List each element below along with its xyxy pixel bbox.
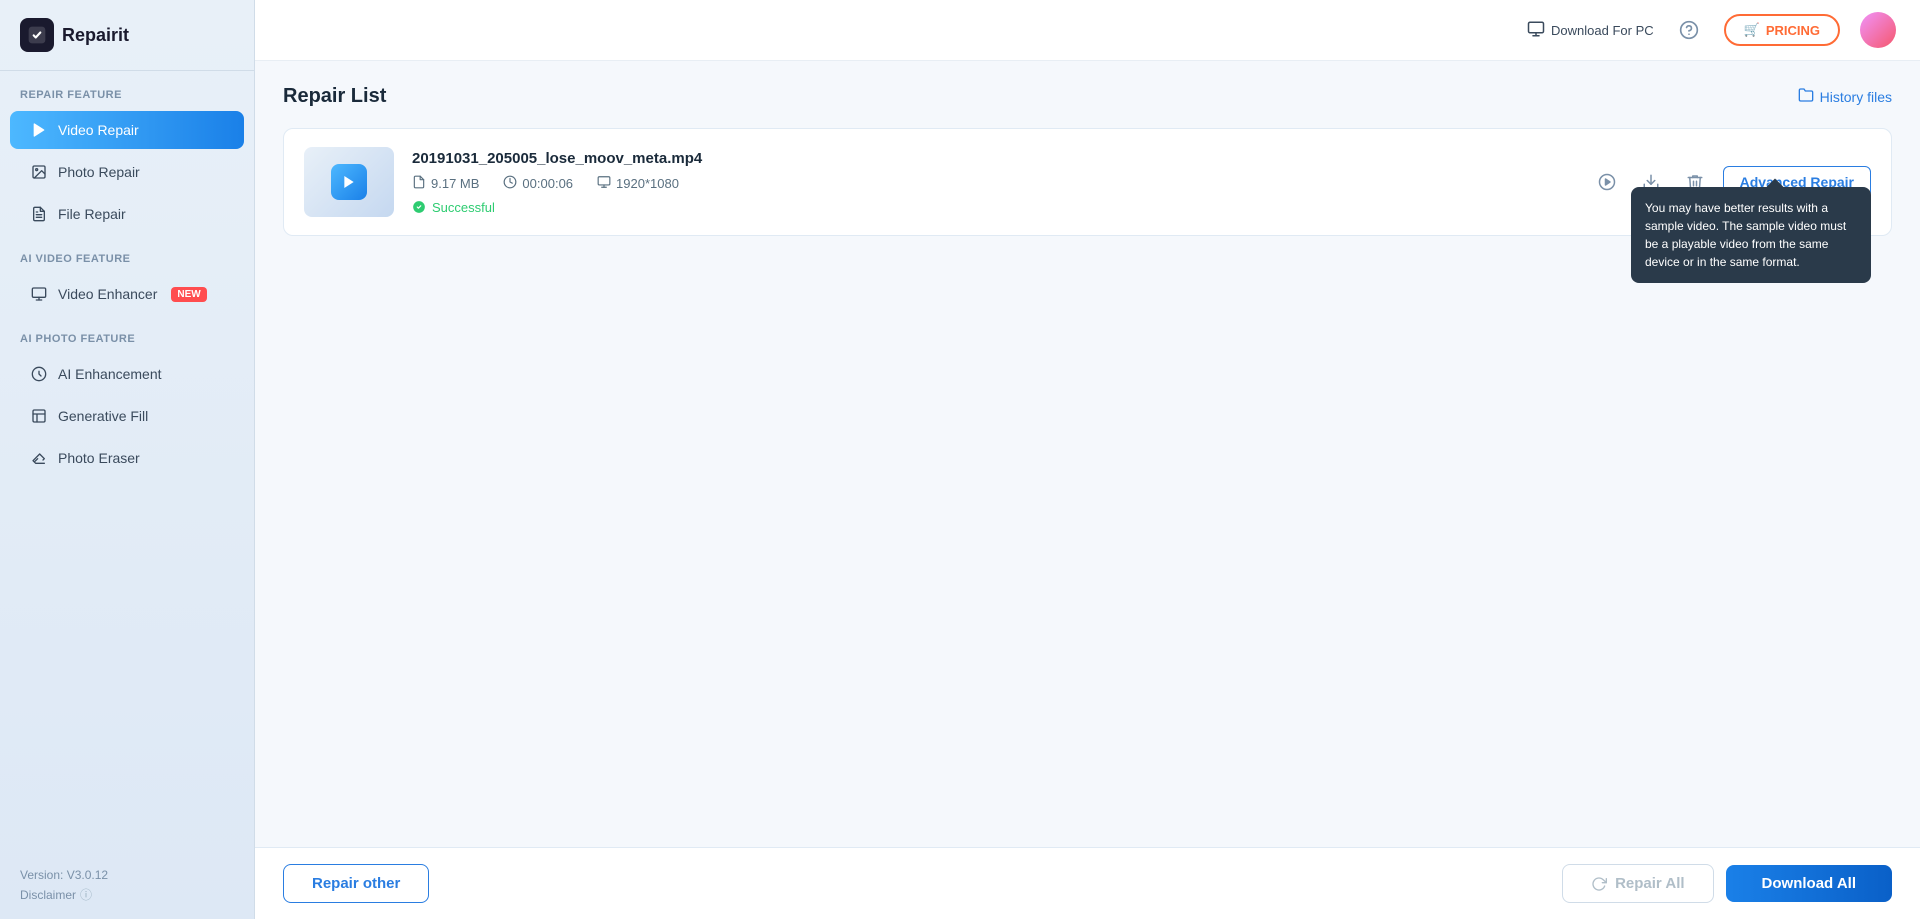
sidebar-item-generative-fill-label: Generative Fill — [58, 408, 148, 424]
check-circle-icon — [412, 200, 426, 214]
sidebar-item-photo-repair[interactable]: Photo Repair — [10, 153, 244, 191]
video-meta: 9.17 MB 00:00:06 — [412, 175, 1573, 192]
folder-icon — [1798, 87, 1814, 106]
file-repair-icon — [30, 205, 48, 223]
resolution-icon — [597, 175, 611, 192]
video-info: 20191031_205005_lose_moov_meta.mp4 9.17 … — [412, 150, 1573, 215]
ai-enhancement-icon — [30, 365, 48, 383]
app-logo: Repairit — [0, 0, 254, 71]
resolution-value: 1920*1080 — [616, 176, 679, 191]
sidebar-item-video-enhancer[interactable]: Video Enhancer NEW — [10, 275, 244, 313]
section-ai-video-label: AI Video Feature — [0, 235, 254, 273]
disclaimer-link[interactable]: Disclaimer — [20, 888, 76, 902]
advanced-repair-tooltip: You may have better results with a sampl… — [1631, 187, 1871, 283]
sidebar-item-ai-enhancement-label: AI Enhancement — [58, 366, 162, 382]
file-size-icon — [412, 175, 426, 192]
help-button[interactable] — [1674, 15, 1704, 45]
repair-all-button[interactable]: Repair All — [1562, 864, 1713, 903]
sidebar-item-file-repair[interactable]: File Repair — [10, 195, 244, 233]
photo-eraser-icon — [30, 449, 48, 467]
file-size-item: 9.17 MB — [412, 175, 479, 192]
sidebar-item-video-enhancer-label: Video Enhancer — [58, 286, 157, 302]
play-button-thumb — [331, 164, 367, 200]
version-text: Version: V3.0.12 — [20, 868, 234, 882]
main-area: Download For PC 🛒 PRICING Repair List — [255, 0, 1920, 919]
resolution-item: 1920*1080 — [597, 175, 679, 192]
status-text: Successful — [432, 200, 495, 215]
repair-list: 20191031_205005_lose_moov_meta.mp4 9.17 … — [283, 128, 1892, 823]
sidebar-item-photo-repair-label: Photo Repair — [58, 164, 140, 180]
preview-button[interactable] — [1591, 166, 1623, 198]
status-badge: Successful — [412, 200, 1573, 215]
app-logo-icon — [20, 18, 54, 52]
pricing-button[interactable]: 🛒 PRICING — [1724, 14, 1840, 46]
download-all-button[interactable]: Download All — [1726, 865, 1892, 902]
user-avatar[interactable] — [1860, 12, 1896, 48]
repair-all-label: Repair All — [1615, 875, 1684, 892]
app-name: Repairit — [62, 25, 129, 46]
monitor-icon — [1527, 20, 1545, 41]
video-enhancer-icon — [30, 285, 48, 303]
download-for-pc[interactable]: Download For PC — [1527, 20, 1654, 41]
disclaimer-info-icon: ⓘ — [80, 886, 92, 903]
topbar: Download For PC 🛒 PRICING — [255, 0, 1920, 61]
bottom-bar: Repair other Repair All Download All — [255, 847, 1920, 919]
clock-icon — [503, 175, 517, 192]
repair-all-icon — [1591, 876, 1607, 892]
content-area: Repair List History files — [255, 61, 1920, 847]
repair-other-button[interactable]: Repair other — [283, 864, 429, 903]
sidebar-item-file-repair-label: File Repair — [58, 206, 126, 222]
file-size-value: 9.17 MB — [431, 176, 479, 191]
video-filename: 20191031_205005_lose_moov_meta.mp4 — [412, 150, 1573, 167]
photo-repair-icon — [30, 163, 48, 181]
content-header: Repair List History files — [283, 85, 1892, 108]
page-title: Repair List — [283, 85, 386, 108]
sidebar-item-video-repair[interactable]: Video Repair — [10, 111, 244, 149]
duration-item: 00:00:06 — [503, 175, 573, 192]
section-ai-photo-label: AI Photo Feature — [0, 315, 254, 353]
history-files-link[interactable]: History files — [1798, 87, 1892, 106]
sidebar-item-photo-eraser[interactable]: Photo Eraser — [10, 439, 244, 477]
sidebar: Repairit Repair Feature Video Repair Pho… — [0, 0, 255, 919]
table-row: 20191031_205005_lose_moov_meta.mp4 9.17 … — [283, 128, 1892, 236]
download-for-pc-label: Download For PC — [1551, 23, 1654, 38]
sidebar-footer: Version: V3.0.12 Disclaimer ⓘ — [0, 856, 254, 903]
generative-fill-icon — [30, 407, 48, 425]
video-thumbnail — [304, 147, 394, 217]
video-repair-icon — [30, 121, 48, 139]
sidebar-item-ai-enhancement[interactable]: AI Enhancement — [10, 355, 244, 393]
sidebar-item-photo-eraser-label: Photo Eraser — [58, 450, 140, 466]
duration-value: 00:00:06 — [522, 176, 573, 191]
section-repair-label: Repair Feature — [0, 71, 254, 109]
bottom-right-actions: Repair All Download All — [1562, 864, 1892, 903]
history-files-label: History files — [1820, 89, 1892, 105]
cart-icon: 🛒 — [1744, 22, 1760, 38]
new-badge: NEW — [171, 287, 206, 302]
sidebar-item-generative-fill[interactable]: Generative Fill — [10, 397, 244, 435]
sidebar-item-video-repair-label: Video Repair — [58, 122, 139, 138]
